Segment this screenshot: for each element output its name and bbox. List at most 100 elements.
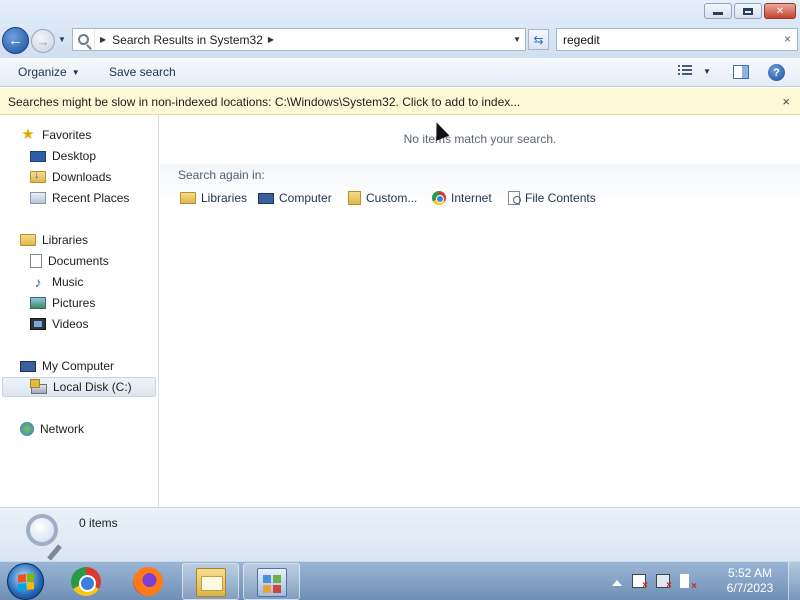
- breadcrumb-separator-icon[interactable]: ▶: [100, 35, 106, 44]
- network-icon: [20, 422, 34, 436]
- desktop-icon: [30, 150, 46, 162]
- sidebar-item-local-disk[interactable]: Local Disk (C:): [2, 377, 156, 397]
- refresh-icon: ⇆: [533, 32, 544, 47]
- sidebar-item-libraries[interactable]: Libraries: [20, 230, 88, 250]
- sidebar-item-recent-places[interactable]: Recent Places: [30, 188, 129, 208]
- custom-folder-icon: [348, 191, 361, 205]
- show-hidden-icons-icon[interactable]: [612, 580, 622, 586]
- navigation-pane: ★ Favorites Desktop Downloads Recent Pla…: [0, 115, 159, 507]
- start-button[interactable]: [7, 563, 44, 600]
- help-icon[interactable]: ?: [768, 64, 785, 81]
- sidebar-item-documents[interactable]: Documents: [30, 251, 109, 271]
- action-center-icon[interactable]: [632, 574, 648, 591]
- preview-pane-icon[interactable]: [733, 65, 749, 79]
- address-dropdown-icon[interactable]: ▼: [513, 35, 521, 44]
- address-bar[interactable]: ▶ Search Results in System32 ▶ ▼: [72, 28, 526, 51]
- no-results-message: No items match your search.: [403, 132, 557, 146]
- change-view-icon[interactable]: [678, 65, 692, 78]
- sidebar-item-label: My Computer: [42, 359, 115, 373]
- caption-buttons: ✕: [704, 3, 796, 19]
- forward-arrow-icon: →: [36, 33, 50, 49]
- close-button[interactable]: ✕: [764, 3, 796, 19]
- search-again-item-label: Internet: [451, 191, 492, 205]
- sidebar-item-downloads[interactable]: Downloads: [30, 167, 111, 187]
- search-again-libraries[interactable]: Libraries: [180, 190, 247, 206]
- sidebar-item-favorites[interactable]: ★ Favorites: [20, 125, 91, 145]
- taskbar: 5:52 AM 6/7/2023: [0, 561, 800, 600]
- breadcrumb-chevron-icon[interactable]: ▶: [268, 35, 274, 44]
- sidebar-item-music[interactable]: ♪ Music: [30, 272, 84, 292]
- search-clear-icon[interactable]: ×: [784, 32, 791, 46]
- search-again-item-label: Computer: [279, 191, 332, 205]
- navigation-bar: ← → ▼ ▶ Search Results in System32 ▶ ▼ ⇆…: [0, 24, 800, 58]
- sidebar-item-label: Downloads: [52, 170, 112, 184]
- back-arrow-icon: ←: [8, 32, 23, 49]
- sidebar-item-label: Network: [40, 422, 85, 436]
- back-button[interactable]: ←: [2, 27, 29, 54]
- search-again-item-label: Custom...: [366, 191, 418, 205]
- search-box[interactable]: ×: [556, 28, 798, 51]
- sidebar-item-network[interactable]: Network: [20, 419, 84, 439]
- item-count: 0 items: [79, 516, 118, 530]
- search-again-internet[interactable]: Internet: [432, 190, 492, 206]
- info-bar-close-icon[interactable]: ×: [782, 94, 790, 109]
- system-tray: [612, 570, 697, 592]
- libraries-icon: [180, 192, 196, 204]
- organize-label: Organize: [18, 65, 67, 79]
- sidebar-item-label: Libraries: [42, 233, 89, 247]
- local-disk-icon: [30, 378, 47, 394]
- documents-icon: [30, 254, 42, 268]
- search-again-computer[interactable]: Computer: [258, 190, 332, 206]
- search-magnifier-icon: [26, 514, 58, 546]
- recent-places-icon: [30, 192, 46, 204]
- sidebar-item-label: Music: [52, 275, 84, 289]
- network-status-icon[interactable]: [656, 574, 672, 591]
- search-input[interactable]: [563, 32, 773, 47]
- search-location-icon: [73, 29, 95, 50]
- search-again-file-contents[interactable]: File Contents: [508, 190, 596, 206]
- maximize-button[interactable]: [734, 3, 762, 19]
- minimize-button[interactable]: [704, 3, 732, 19]
- search-again-item-label: Libraries: [201, 191, 248, 205]
- sidebar-item-label: Local Disk (C:): [53, 380, 132, 394]
- volume-muted-icon[interactable]: [680, 574, 697, 592]
- sidebar-item-label: Pictures: [52, 296, 96, 310]
- taskbar-control-panel-button[interactable]: [243, 563, 300, 600]
- show-desktop-button[interactable]: [788, 562, 800, 600]
- sidebar-item-desktop[interactable]: Desktop: [30, 146, 96, 166]
- windows-logo-icon: [18, 573, 34, 591]
- details-pane: 0 items: [0, 507, 800, 561]
- title-bar[interactable]: ✕: [0, 0, 800, 24]
- sidebar-item-videos[interactable]: Videos: [30, 314, 88, 334]
- video-film-icon: [30, 318, 46, 330]
- clock[interactable]: 5:52 AM 6/7/2023: [722, 566, 778, 596]
- taskbar-firefox-button[interactable]: [120, 563, 177, 600]
- organize-button[interactable]: Organize ▼: [18, 65, 80, 79]
- sidebar-item-label: Favorites: [42, 128, 92, 142]
- taskbar-explorer-button[interactable]: [182, 563, 239, 600]
- sidebar-item-pictures[interactable]: Pictures: [30, 293, 95, 313]
- downloads-folder-icon: [30, 169, 46, 183]
- index-info-bar[interactable]: Searches might be slow in non-indexed lo…: [0, 88, 800, 115]
- sidebar-item-label: Documents: [48, 254, 109, 268]
- computer-icon: [20, 360, 36, 372]
- chevron-down-icon: ▼: [71, 68, 80, 77]
- recent-pages-dropdown[interactable]: ▼: [57, 34, 67, 44]
- clock-time: 5:52 AM: [727, 566, 773, 580]
- info-bar-message[interactable]: Searches might be slow in non-indexed lo…: [8, 95, 520, 109]
- view-options-dropdown[interactable]: ▼: [703, 67, 711, 76]
- save-search-button[interactable]: Save search: [109, 65, 176, 79]
- search-again-item-label: File Contents: [525, 191, 596, 205]
- command-bar: Organize ▼ Save search ▼ ?: [0, 58, 800, 87]
- results-pane[interactable]: No items match your search. Search again…: [160, 115, 800, 507]
- pictures-icon: [30, 297, 46, 309]
- taskbar-chrome-button[interactable]: [58, 563, 115, 600]
- refresh-button[interactable]: ⇆: [528, 29, 549, 50]
- chrome-icon: [432, 191, 446, 205]
- search-again-label: Search again in:: [178, 168, 265, 182]
- forward-button[interactable]: →: [31, 29, 55, 53]
- sidebar-item-my-computer[interactable]: My Computer: [20, 356, 114, 376]
- search-again-custom[interactable]: Custom...: [348, 190, 417, 206]
- sidebar-item-label: Videos: [52, 317, 89, 331]
- breadcrumb-current[interactable]: Search Results in System32: [112, 33, 263, 47]
